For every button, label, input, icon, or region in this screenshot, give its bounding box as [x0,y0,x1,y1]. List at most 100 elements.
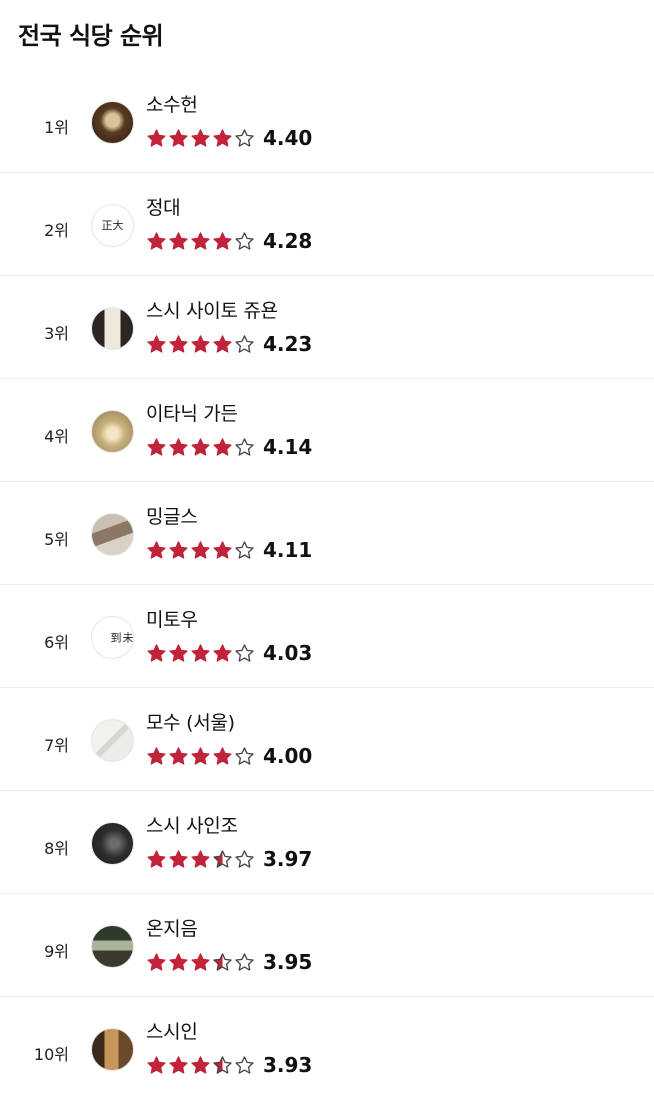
rating: 4.14 [146,435,312,459]
star-full-icon [147,231,166,250]
star-full-icon [169,231,188,250]
restaurant-thumbnail[interactable] [91,822,134,865]
star-empty-icon [235,746,254,765]
star-full-icon [191,231,210,250]
restaurant-row[interactable]: 10위 스시인 3.93 [0,997,654,1100]
star-rating [146,540,256,561]
restaurant-row[interactable]: 5위 밍글스 4.11 [0,482,654,585]
star-full-icon [147,643,166,662]
star-full-icon [191,952,210,971]
star-full-icon [191,746,210,765]
restaurant-thumbnail[interactable] [91,719,134,762]
star-full-icon [169,1055,188,1074]
restaurant-name[interactable]: 정대 [146,193,181,220]
rating-score: 3.93 [263,1053,313,1077]
star-full-icon [147,128,166,147]
rating-score: 4.23 [263,332,313,356]
star-full-icon [169,437,188,456]
star-full-icon [213,231,232,250]
restaurant-row[interactable]: 1위 소수헌 4.40 [0,70,654,173]
star-full-icon [191,643,210,662]
restaurant-row[interactable]: 4위 이타닉 가든 4.14 [0,379,654,482]
restaurant-name[interactable]: 소수헌 [146,90,198,117]
restaurant-thumbnail[interactable] [91,101,134,144]
star-empty-icon [235,231,254,250]
restaurant-row[interactable]: 8위 스시 사인조 3.97 [0,791,654,894]
restaurant-name[interactable]: 미토우 [146,605,198,632]
rank-label: 7위 [44,736,69,755]
star-rating [146,643,256,664]
restaurant-row[interactable]: 2위 正大 정대 4.28 [0,173,654,276]
restaurant-row[interactable]: 3위 스시 사이토 쥬욘 4.23 [0,276,654,379]
rating: 4.28 [146,229,312,253]
star-full-icon [191,540,210,559]
restaurant-name[interactable]: 모수 (서울) [146,708,235,735]
restaurant-name[interactable]: 이타닉 가든 [146,399,238,426]
star-full-icon [169,540,188,559]
star-rating [146,1055,256,1076]
star-full-icon [213,643,232,662]
rank-label: 8위 [44,839,69,858]
restaurant-name[interactable]: 온지음 [146,914,198,941]
star-rating [146,437,256,458]
star-full-icon [191,334,210,353]
restaurant-thumbnail[interactable] [91,513,134,556]
star-empty-icon [235,643,254,662]
rating: 3.95 [146,950,312,974]
star-empty-icon [235,952,254,971]
restaurant-row[interactable]: 7위 모수 (서울) 4.00 [0,688,654,791]
star-empty-icon [235,849,254,868]
rating-score: 4.28 [263,229,313,253]
page-title: 전국 식당 순위 [18,22,164,50]
star-half-icon [213,849,232,868]
restaurant-name[interactable]: 스시 사인조 [146,811,238,838]
star-full-icon [191,849,210,868]
rating-score: 3.95 [263,950,313,974]
rank-label: 3위 [44,324,69,343]
page-header: 전국 식당 순위 [0,0,654,70]
star-full-icon [169,849,188,868]
rating-score: 4.40 [263,126,313,150]
restaurant-thumbnail[interactable] [91,410,134,453]
star-empty-icon [235,1055,254,1074]
star-full-icon [169,128,188,147]
star-rating [146,952,256,973]
restaurant-name[interactable]: 스시 사이토 쥬욘 [146,296,278,323]
rating: 4.11 [146,538,312,562]
star-rating [146,231,256,252]
star-rating [146,746,256,767]
rating-score: 3.97 [263,847,313,871]
restaurant-thumbnail[interactable] [91,925,134,968]
restaurant-thumbnail[interactable] [91,1028,134,1071]
rank-label: 6위 [44,633,69,652]
rating: 3.93 [146,1053,312,1077]
rating-score: 4.11 [263,538,313,562]
rating: 4.40 [146,126,312,150]
restaurant-row[interactable]: 9위 온지음 3.95 [0,894,654,997]
restaurant-row[interactable]: 6위 未到 미토우 4.03 [0,585,654,688]
rating: 4.23 [146,332,312,356]
star-full-icon [147,540,166,559]
star-full-icon [191,437,210,456]
star-full-icon [147,1055,166,1074]
star-empty-icon [235,540,254,559]
logo-mark: 正大 [101,218,124,232]
star-full-icon [169,952,188,971]
restaurant-name[interactable]: 밍글스 [146,502,198,529]
rank-label: 10위 [33,1045,69,1064]
star-full-icon [213,746,232,765]
star-full-icon [213,334,232,353]
rank-label: 4위 [44,427,69,446]
restaurant-thumbnail[interactable]: 未到 [91,616,134,659]
restaurant-ranking-list: 1위 소수헌 4.40 2위 正大 정대 4.28 3위 스시 사이토 쥬욘 4.23 4위 이타닉 … [0,70,654,1100]
star-rating [146,128,256,149]
star-full-icon [169,746,188,765]
restaurant-thumbnail[interactable] [91,307,134,350]
star-full-icon [147,437,166,456]
rating: 4.03 [146,641,312,665]
logo-mark: 未到 [109,632,134,643]
rating-score: 4.00 [263,744,313,768]
restaurant-thumbnail[interactable]: 正大 [91,204,134,247]
restaurant-name[interactable]: 스시인 [146,1017,198,1044]
rating-score: 4.14 [263,435,313,459]
